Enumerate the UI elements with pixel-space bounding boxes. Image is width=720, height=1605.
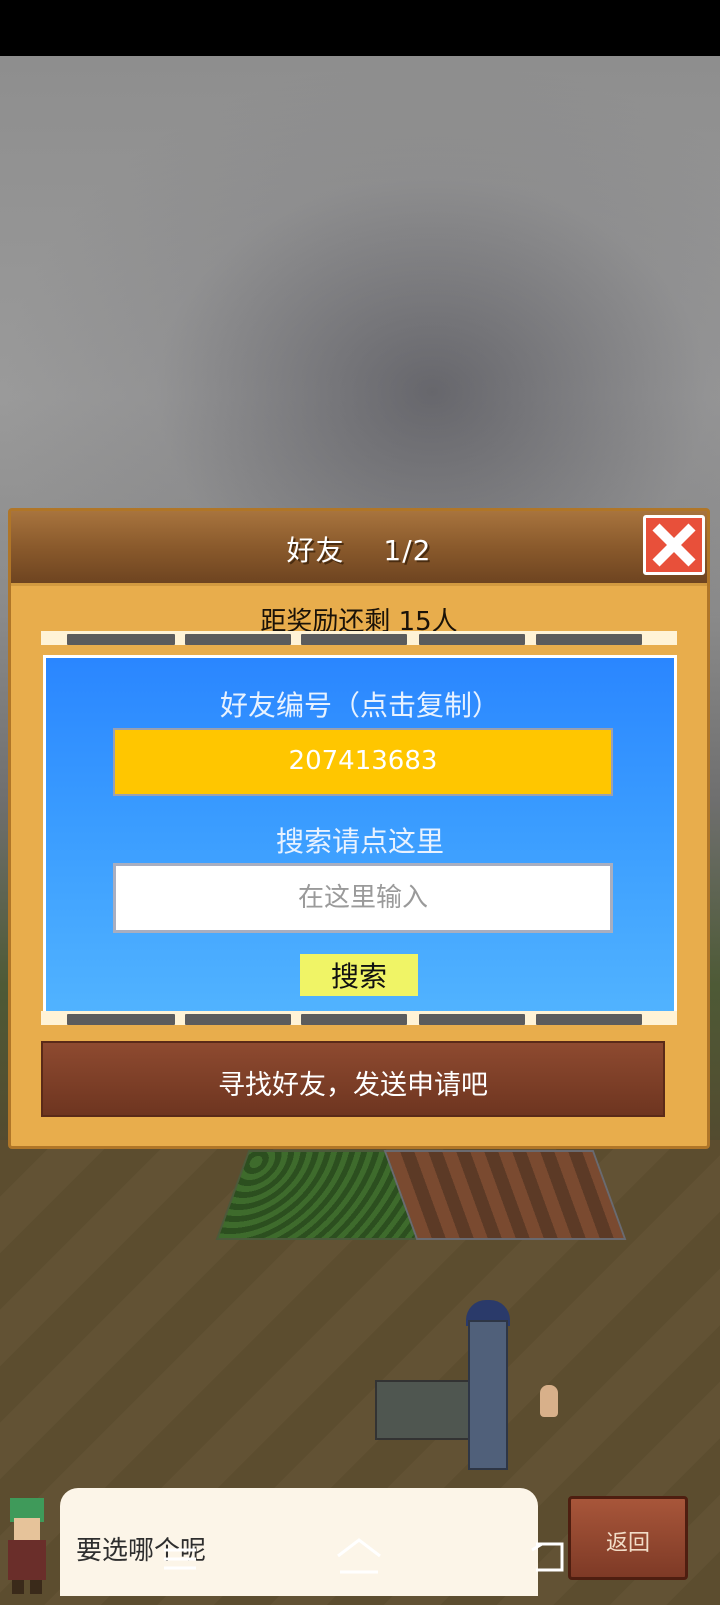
search-label: 搜索请点这里	[275, 825, 444, 858]
dialog-header: 好友 1/2	[11, 511, 707, 586]
friend-id-value: 207413683	[288, 746, 438, 776]
slot-segment	[536, 634, 642, 645]
find-friends-text: 寻找好友，发送申请吧	[218, 1070, 488, 1101]
slot-segment	[301, 1014, 407, 1025]
slot-segment	[185, 1014, 291, 1025]
back-icon[interactable]	[528, 1540, 568, 1576]
close-icon	[652, 523, 696, 567]
slot-segment	[419, 634, 525, 645]
close-button[interactable]	[643, 515, 705, 575]
slot-segment	[185, 634, 291, 645]
friend-id-label: 好友编号（点击复制）	[219, 689, 500, 722]
search-input[interactable]	[113, 863, 613, 933]
advisor-avatar	[8, 1498, 46, 1594]
friends-dialog: 好友 1/2 距奖励还剩 15人 好友编号（点击复制） 207413683 搜索…	[8, 508, 710, 1149]
slot-row-top	[41, 631, 677, 645]
clock-tower	[468, 1320, 508, 1470]
slot-segment	[67, 634, 175, 645]
shed-building	[375, 1380, 470, 1440]
status-bar	[0, 0, 720, 56]
back-button[interactable]: 返回	[568, 1496, 688, 1580]
slot-segment	[67, 1014, 175, 1025]
home-icon[interactable]	[334, 1536, 384, 1576]
search-button[interactable]: 搜索	[300, 954, 418, 996]
advisor-speech-bubble: 要选哪个呢	[60, 1488, 538, 1596]
slot-segment	[301, 634, 407, 645]
slot-segment	[536, 1014, 642, 1025]
friend-id-copy-box[interactable]: 207413683	[113, 728, 613, 796]
villager-sprite	[540, 1385, 558, 1417]
slot-segment	[419, 1014, 525, 1025]
back-button-label: 返回	[605, 1531, 650, 1556]
dialog-title: 好友 1/2	[286, 534, 432, 567]
menu-icon[interactable]	[160, 1544, 200, 1574]
find-friends-banner[interactable]: 寻找好友，发送申请吧	[41, 1041, 665, 1117]
market-building	[383, 1150, 627, 1240]
slot-row-bottom	[41, 1011, 677, 1025]
friend-search-panel: 好友编号（点击复制） 207413683 搜索请点这里 搜索	[43, 655, 677, 1025]
